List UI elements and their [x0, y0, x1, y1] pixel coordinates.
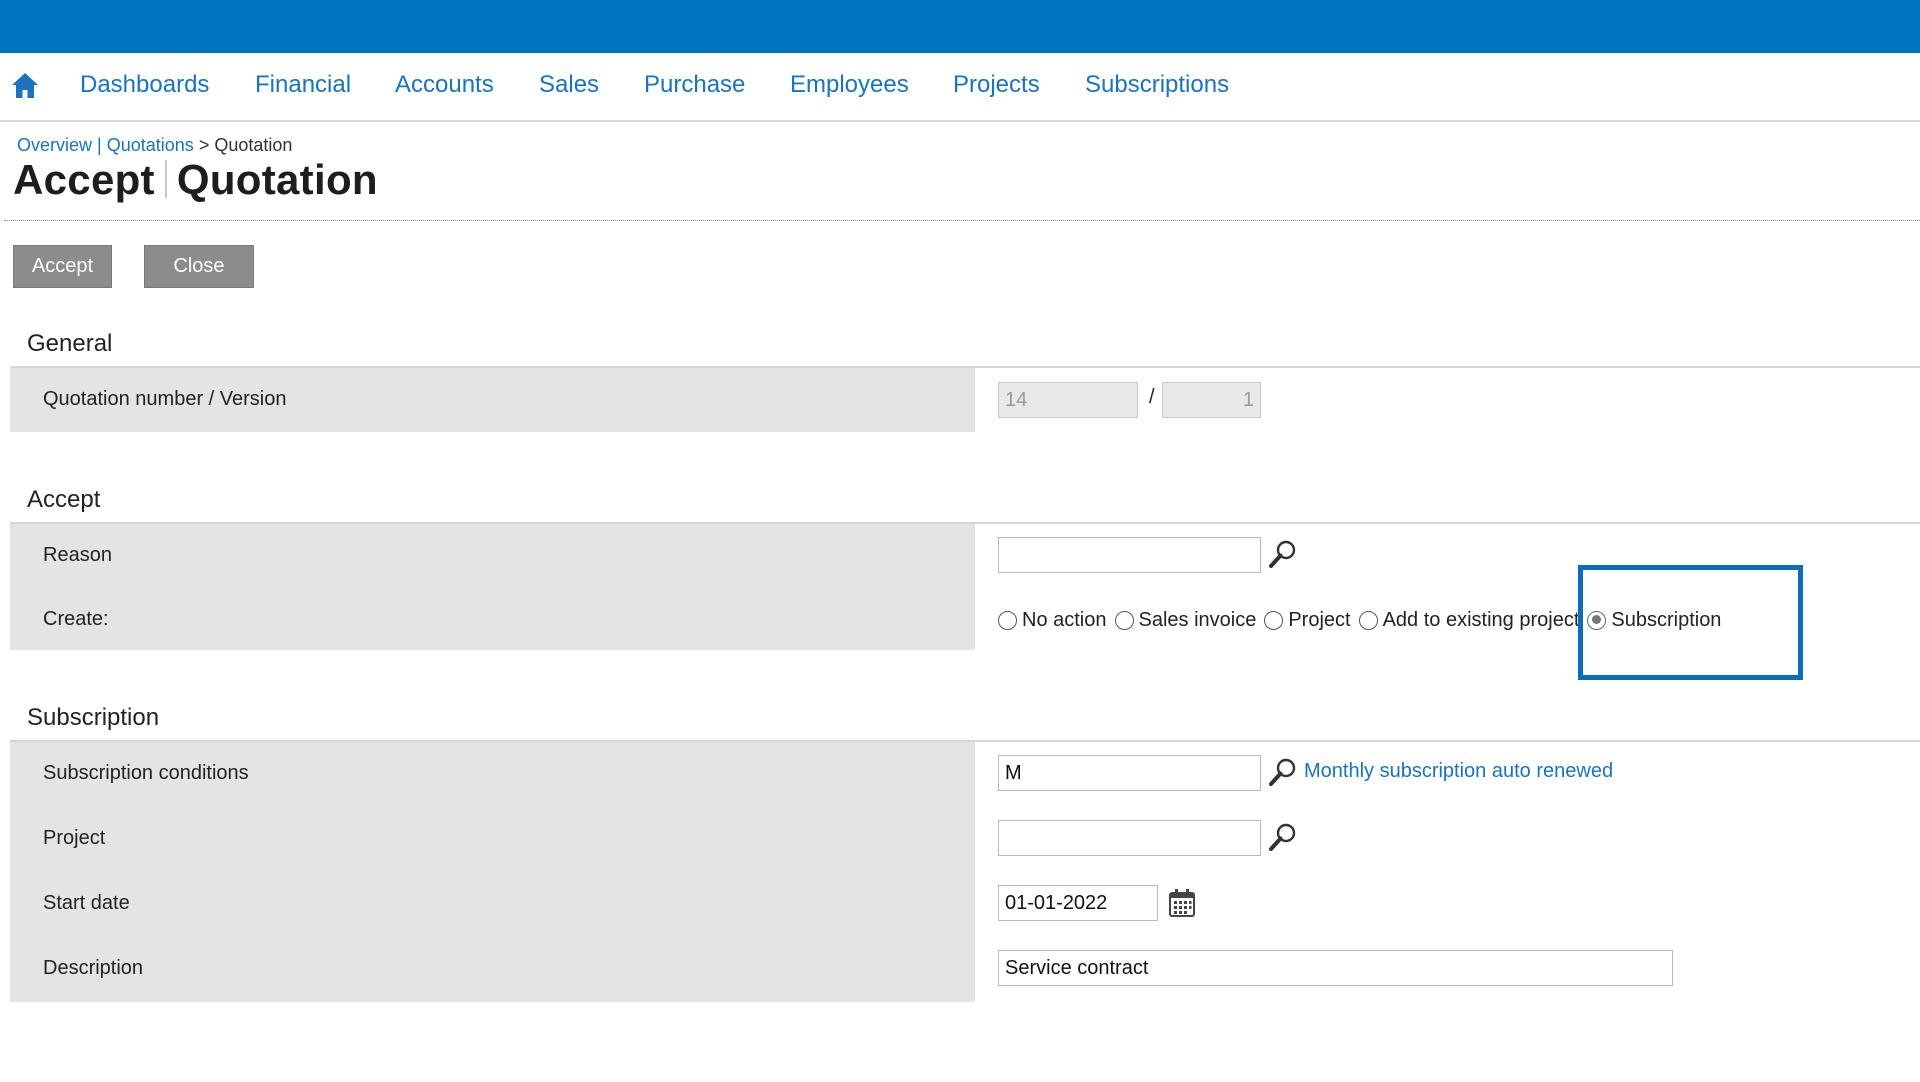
project-input[interactable]: [998, 820, 1261, 856]
section-title-subscription: Subscription: [27, 704, 160, 731]
highlight-box: [1578, 565, 1803, 680]
radio-no-action[interactable]: [998, 610, 1017, 630]
subscription-conditions-search-icon[interactable]: [1267, 756, 1299, 788]
subscription-conditions-label: Subscription conditions: [43, 762, 249, 784]
nav-accounts[interactable]: Accounts: [395, 71, 494, 99]
breadcrumb-overview-link[interactable]: Overview: [17, 135, 92, 155]
nav-financial[interactable]: Financial: [255, 71, 351, 99]
version-field: [1162, 382, 1261, 418]
reason-label: Reason: [43, 544, 112, 566]
section-title-general: General: [27, 330, 113, 357]
breadcrumb-current: Quotation: [214, 135, 293, 155]
home-icon[interactable]: [10, 70, 40, 100]
accept-button[interactable]: Accept: [13, 245, 112, 288]
breadcrumb-quotations-link[interactable]: Quotations: [107, 135, 194, 155]
nav-purchase[interactable]: Purchase: [644, 71, 745, 99]
create-option-add-to-existing-project[interactable]: Add to existing project: [1358, 608, 1580, 632]
start-date-input[interactable]: [998, 885, 1158, 921]
general-label-panel: Quotation number / Version: [10, 368, 975, 432]
radio-sales-invoice[interactable]: [1114, 610, 1134, 630]
create-option-sales-invoice[interactable]: Sales invoice: [1114, 608, 1257, 632]
breadcrumb-arrow: >: [198, 135, 210, 155]
create-option-project[interactable]: Project: [1264, 608, 1351, 632]
reason-input[interactable]: [998, 537, 1261, 573]
project-label: Project: [43, 827, 106, 849]
start-date-label: Start date: [43, 892, 130, 914]
page-title-action: Accept: [13, 156, 155, 203]
reason-search-icon[interactable]: [1267, 538, 1299, 570]
create-option-no-action[interactable]: No action: [998, 609, 1107, 632]
option-label-add-to-existing-project: Add to existing project: [1382, 608, 1580, 631]
nav-dashboards[interactable]: Dashboards: [80, 71, 209, 99]
option-label-no-action: No action: [1022, 608, 1107, 631]
option-label-sales-invoice: Sales invoice: [1138, 608, 1257, 631]
quotation-number-label: Quotation number / Version: [43, 388, 287, 410]
subscription-label-panel: Subscription conditions Project Start da…: [10, 742, 975, 1002]
nav-sales[interactable]: Sales: [539, 71, 599, 99]
top-brand-bar: [0, 0, 1920, 53]
subscription-conditions-input[interactable]: [998, 755, 1261, 791]
project-search-icon[interactable]: [1267, 821, 1299, 853]
nav-subscriptions[interactable]: Subscriptions: [1085, 71, 1229, 99]
quotation-number-field: [998, 382, 1138, 418]
description-label: Description: [43, 957, 144, 979]
page-title-entity: Quotation: [176, 156, 378, 203]
main-navigation: Dashboards Financial Accounts Sales Purc…: [0, 53, 1920, 122]
radio-add-to-existing-project[interactable]: [1358, 610, 1378, 630]
title-separator: [4, 220, 1920, 221]
subscription-conditions-description-link[interactable]: Monthly subscription auto renewed: [1304, 760, 1613, 783]
nav-projects[interactable]: Projects: [953, 71, 1040, 99]
breadcrumb-separator: |: [97, 135, 102, 155]
title-divider: [164, 160, 167, 198]
create-label: Create:: [43, 608, 109, 630]
breadcrumb: Overview | Quotations > Quotation: [17, 135, 292, 156]
description-input[interactable]: [998, 950, 1673, 986]
option-label-project: Project: [1288, 608, 1351, 631]
radio-project[interactable]: [1264, 610, 1284, 630]
section-title-accept: Accept: [27, 486, 101, 513]
calendar-icon[interactable]: [1167, 887, 1197, 919]
nav-employees[interactable]: Employees: [790, 71, 909, 99]
accept-label-panel: Reason Create:: [10, 524, 975, 650]
close-button[interactable]: Close: [144, 245, 254, 288]
page-title: Accept Quotation: [13, 156, 378, 204]
version-separator: /: [1149, 386, 1155, 408]
